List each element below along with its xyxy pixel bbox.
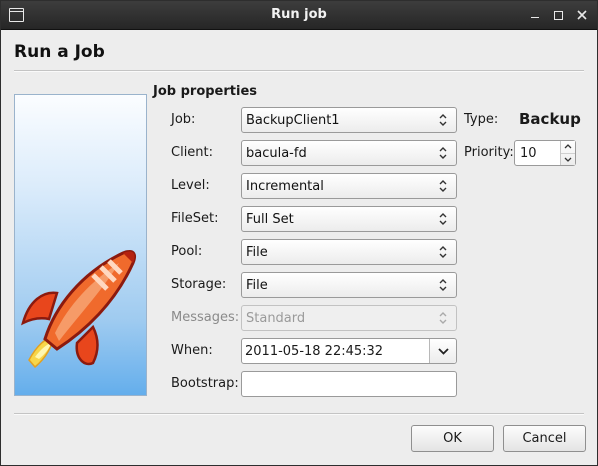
header-divider (14, 70, 584, 72)
chevron-down-icon (438, 348, 449, 355)
level-value: Incremental (246, 179, 324, 194)
when-value[interactable]: 2011-05-18 22:45:32 (245, 344, 383, 359)
chevron-up-icon (564, 144, 572, 149)
client-label: Client: (171, 145, 214, 160)
client-select[interactable]: bacula-fd (241, 140, 457, 166)
fileset-select[interactable]: Full Set (241, 206, 457, 232)
level-label: Level: (171, 178, 210, 193)
messages-select: Standard (241, 305, 457, 331)
rocket-illustration (14, 94, 147, 396)
rocket-icon (21, 249, 137, 369)
type-value: Backup (519, 110, 581, 128)
updown-arrows-icon (439, 147, 447, 159)
updown-arrows-icon (439, 114, 447, 126)
priority-label: Priority: (464, 145, 514, 160)
job-label: Job: (171, 112, 196, 127)
window-title: Run job (271, 7, 327, 22)
run-job-dialog: Run job Run a Job Job properties Job: Ba (0, 0, 598, 466)
priority-increment-button[interactable] (561, 141, 575, 153)
footer-divider (14, 413, 584, 415)
messages-value: Standard (246, 311, 306, 326)
storage-label: Storage: (171, 277, 227, 292)
storage-value: File (246, 278, 268, 293)
close-icon[interactable] (573, 6, 591, 24)
job-select[interactable]: BackupClient1 (241, 107, 457, 133)
pool-label: Pool: (171, 244, 203, 259)
fileset-label: FileSet: (171, 211, 219, 226)
when-dropdown-button[interactable] (429, 339, 456, 363)
updown-arrows-icon (439, 279, 447, 291)
page-title: Run a Job (14, 42, 105, 62)
type-label: Type: (464, 112, 499, 127)
updown-arrows-icon (439, 246, 447, 258)
pool-select[interactable]: File (241, 239, 457, 265)
level-select[interactable]: Incremental (241, 173, 457, 199)
updown-arrows-icon (439, 312, 447, 324)
when-label: When: (171, 343, 213, 358)
minimize-icon[interactable] (526, 6, 544, 24)
priority-decrement-button[interactable] (561, 153, 575, 165)
title-bar[interactable]: Run job (1, 1, 597, 30)
maximize-icon[interactable] (549, 6, 567, 24)
fileset-value: Full Set (246, 212, 294, 227)
cancel-button[interactable]: Cancel (503, 425, 586, 452)
priority-value[interactable]: 10 (520, 146, 537, 161)
ok-button[interactable]: OK (411, 425, 494, 452)
chevron-down-icon (564, 157, 572, 162)
job-properties-title: Job properties (153, 84, 258, 99)
updown-arrows-icon (439, 213, 447, 225)
pool-value: File (246, 245, 268, 260)
messages-label: Messages: (171, 310, 240, 325)
job-value: BackupClient1 (246, 113, 340, 128)
client-value: bacula-fd (246, 146, 307, 161)
priority-spinbox[interactable]: 10 (514, 140, 576, 166)
when-field[interactable]: 2011-05-18 22:45:32 (241, 338, 457, 364)
updown-arrows-icon (439, 180, 447, 192)
bootstrap-input[interactable] (241, 371, 457, 397)
bootstrap-label: Bootstrap: (171, 376, 239, 391)
storage-select[interactable]: File (241, 272, 457, 298)
